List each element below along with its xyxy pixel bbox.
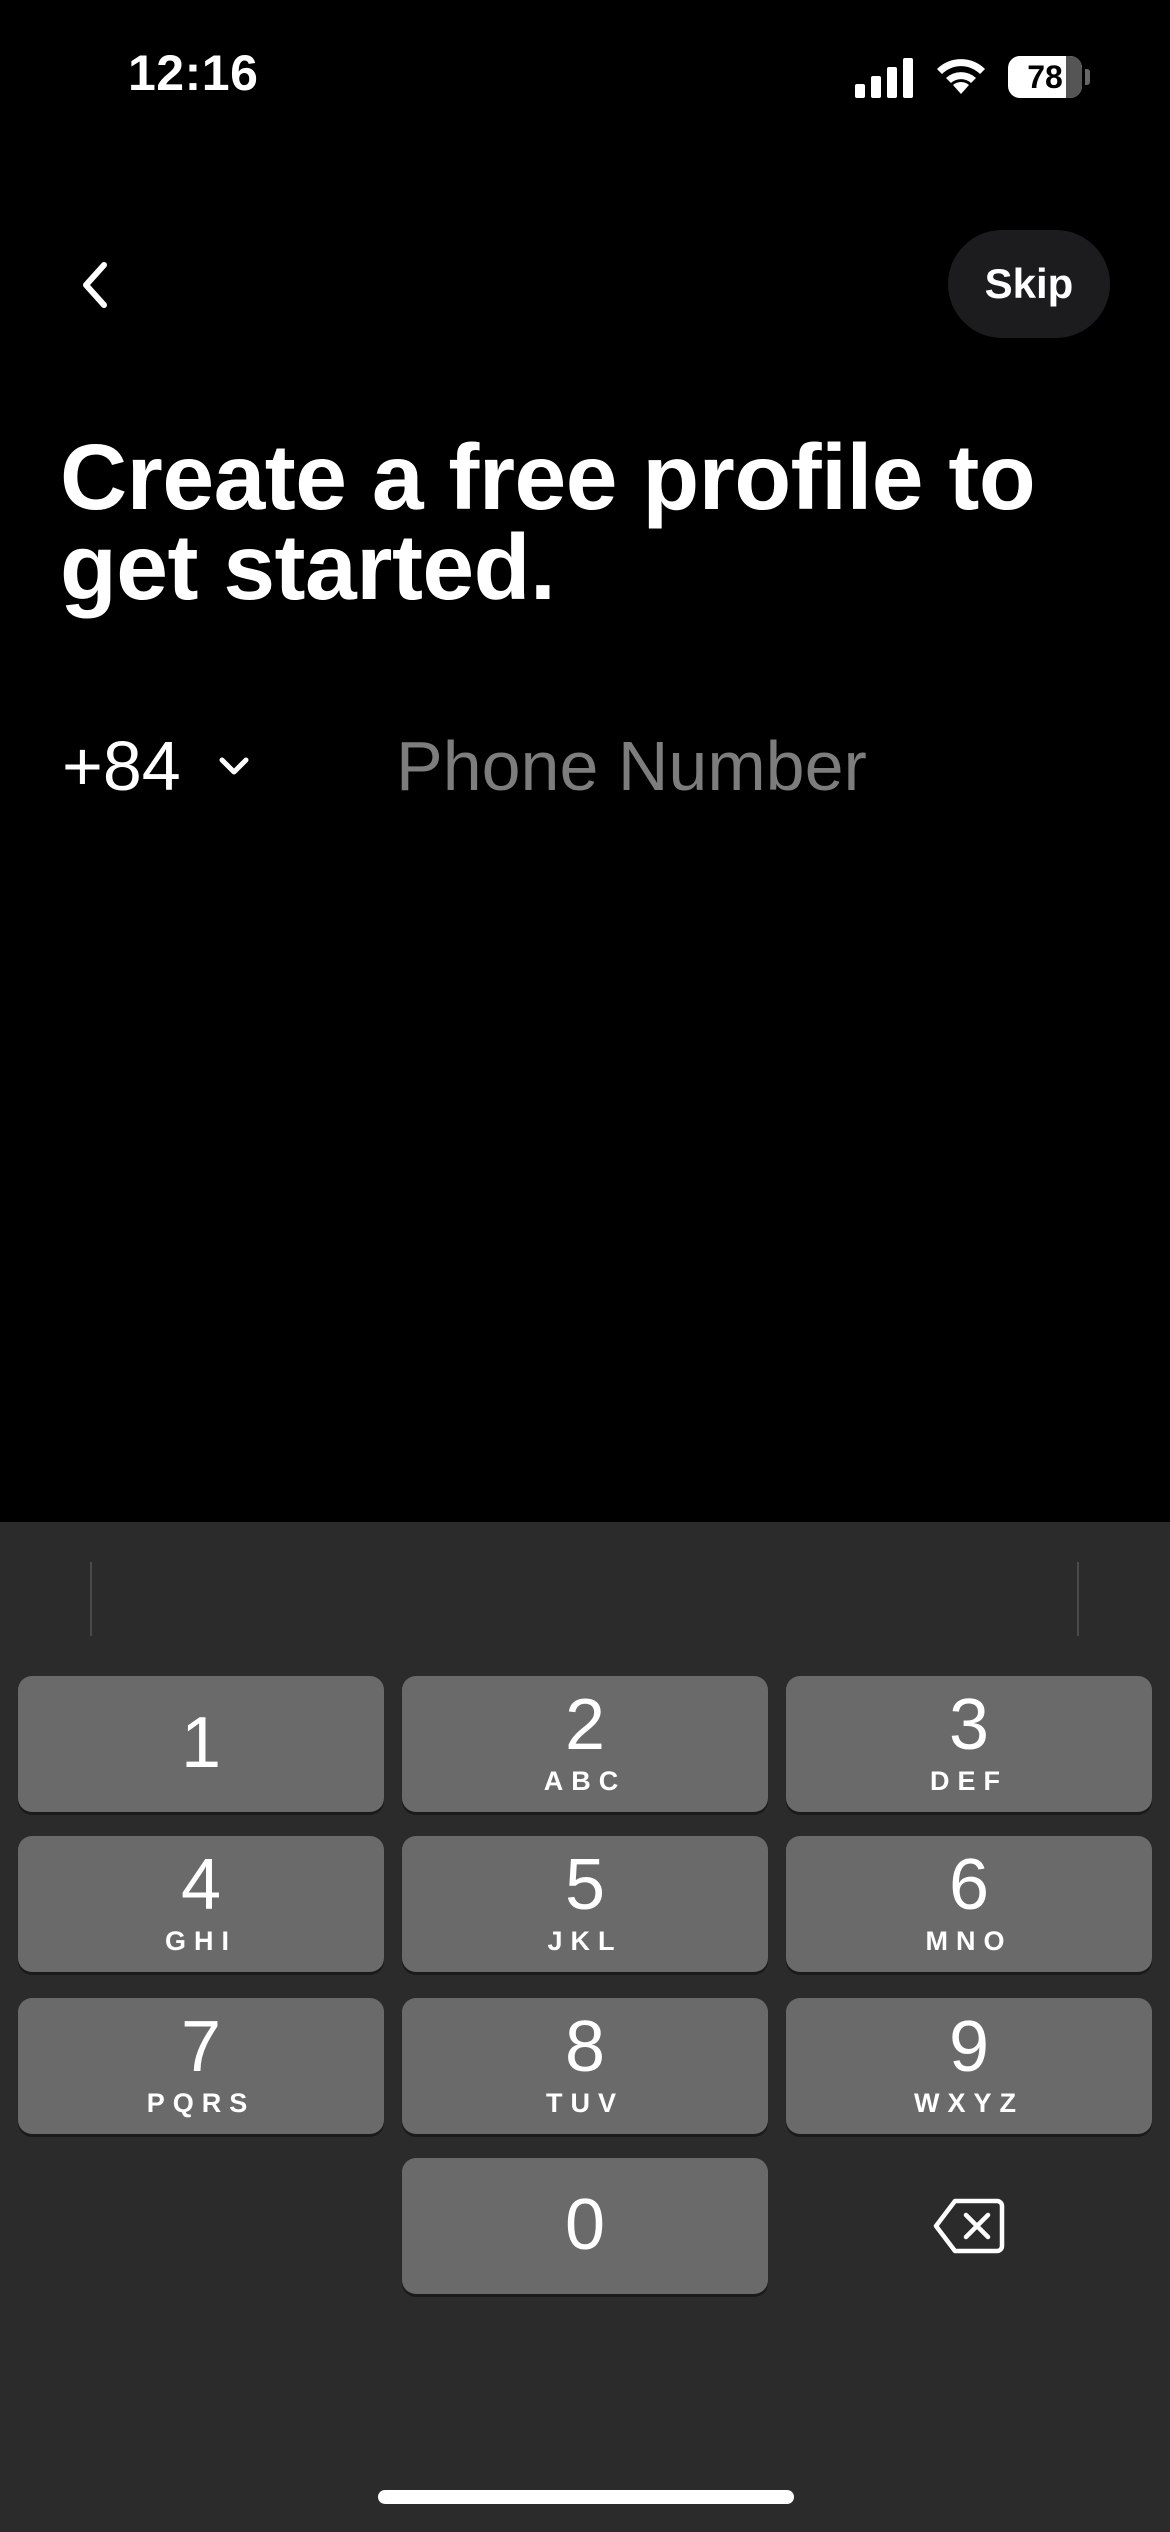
country-code-value: +84 xyxy=(62,727,181,805)
key-2[interactable]: 2 ABC xyxy=(402,1676,768,1812)
key-digit: 4 xyxy=(180,1845,222,1925)
country-code-selector[interactable]: +84 xyxy=(62,716,251,816)
key-3[interactable]: 3 DEF xyxy=(786,1676,1152,1812)
key-digit: 5 xyxy=(564,1845,606,1925)
key-8[interactable]: 8 TUV xyxy=(402,1998,768,2134)
keyboard-divider-right xyxy=(1077,1562,1079,1636)
delete-key[interactable] xyxy=(786,2158,1152,2294)
backspace-icon xyxy=(933,2198,1005,2254)
battery-level: 78 xyxy=(1027,59,1063,95)
key-digit: 7 xyxy=(180,2007,222,2087)
key-letters: JKL xyxy=(547,1926,623,1956)
key-letters: MNO xyxy=(925,1926,1013,1956)
key-letters: PQRS xyxy=(146,2088,256,2118)
key-digit: 2 xyxy=(564,1685,606,1765)
key-digit: 1 xyxy=(180,1703,222,1783)
battery-cap xyxy=(1085,69,1090,85)
status-time: 12:16 xyxy=(128,45,259,101)
key-digit: 0 xyxy=(564,2185,606,2265)
chevron-left-icon xyxy=(83,262,107,308)
wifi-icon xyxy=(937,59,985,94)
key-letters: ABC xyxy=(543,1766,627,1796)
skip-button[interactable]: Skip xyxy=(948,230,1110,338)
key-digit: 8 xyxy=(564,2007,606,2087)
chevron-down-icon xyxy=(219,757,249,775)
key-1[interactable]: 1 xyxy=(18,1676,384,1812)
phone-number-input[interactable] xyxy=(396,716,1096,816)
key-letters: GHI xyxy=(164,1926,237,1956)
battery-body: 78 xyxy=(1008,56,1082,98)
key-6[interactable]: 6 MNO xyxy=(786,1836,1152,1972)
key-letters: DEF xyxy=(930,1766,1008,1796)
back-button[interactable] xyxy=(60,240,130,330)
numeric-keypad: 1 2 ABC 3 DEF 4 GHI 5 JKL 6 MNO 7 PQRS 8… xyxy=(0,1522,1170,2532)
key-digit: 6 xyxy=(948,1845,990,1925)
key-5[interactable]: 5 JKL xyxy=(402,1836,768,1972)
status-bar: 12:16 78 xyxy=(0,0,1170,150)
key-digit: 9 xyxy=(948,2007,990,2087)
key-4[interactable]: 4 GHI xyxy=(18,1836,384,1972)
key-7[interactable]: 7 PQRS xyxy=(18,1998,384,2134)
key-9[interactable]: 9 WXYZ xyxy=(786,1998,1152,2134)
key-digit: 3 xyxy=(948,1685,990,1765)
keyboard-divider-left xyxy=(90,1562,92,1636)
key-0[interactable]: 0 xyxy=(402,2158,768,2294)
page-title: Create a free profile to get started. xyxy=(60,425,1036,619)
key-letters: TUV xyxy=(546,2088,624,2118)
cellular-signal-icon xyxy=(855,58,913,98)
key-letters: WXYZ xyxy=(914,2088,1024,2118)
home-indicator xyxy=(378,2490,794,2504)
battery-icon: 78 xyxy=(1008,56,1090,98)
